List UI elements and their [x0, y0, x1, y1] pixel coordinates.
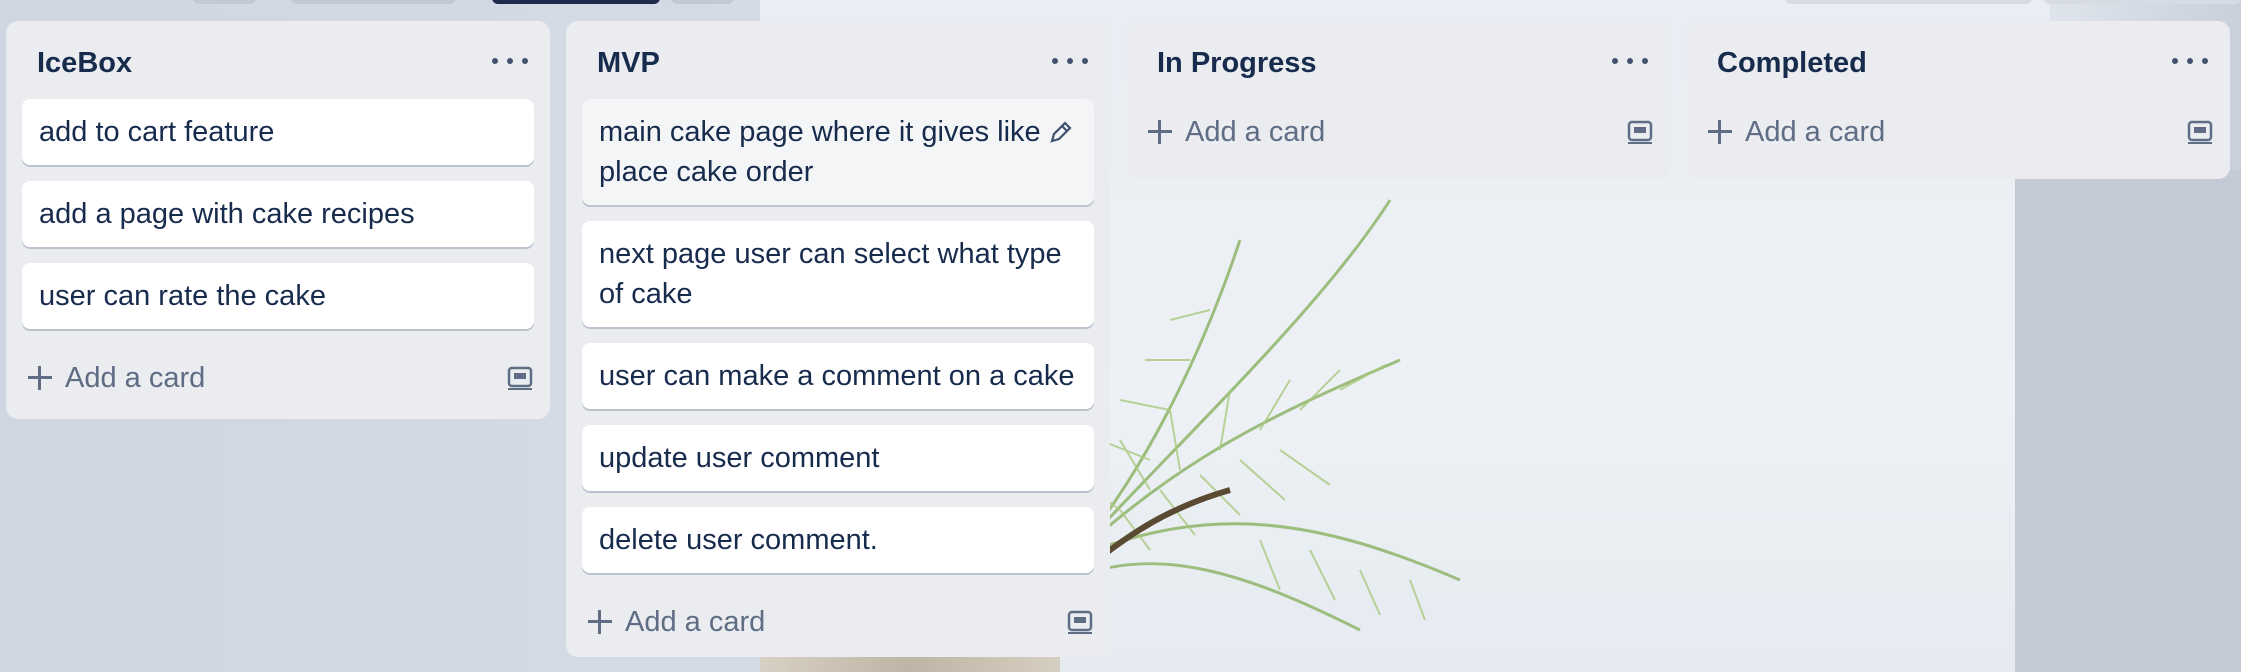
list-footer: Add a card: [1686, 99, 2230, 163]
add-card-label: Add a card: [65, 361, 206, 394]
board-background-wall: [2015, 170, 2241, 672]
add-card-button[interactable]: Add a card: [1146, 107, 1325, 157]
list-title[interactable]: IceBox: [37, 47, 132, 80]
add-card-button[interactable]: Add a card: [586, 597, 765, 647]
list-icebox: IceBox add to cart feature add a page wi…: [6, 21, 550, 419]
add-card-label: Add a card: [1185, 115, 1326, 148]
top-bar-button[interactable]: [671, 0, 734, 4]
card[interactable]: update user comment: [582, 425, 1094, 491]
list-title[interactable]: MVP: [597, 47, 660, 80]
top-bar-button[interactable]: [291, 0, 456, 4]
top-bar-button[interactable]: [193, 0, 256, 4]
add-card-label: Add a card: [1745, 115, 1886, 148]
card-list: main cake page where it gives like place…: [566, 99, 1110, 573]
list-mvp: MVP main cake page where it gives like p…: [566, 21, 1110, 657]
list-in-progress: In Progress Add a card: [1126, 21, 1670, 179]
plus-icon: [586, 608, 614, 636]
ellipsis-icon[interactable]: [2172, 47, 2208, 75]
list-header: MVP: [566, 21, 1110, 99]
list-header: IceBox: [6, 21, 550, 99]
add-card-button[interactable]: Add a card: [1706, 107, 1885, 157]
ellipsis-icon[interactable]: [1612, 47, 1648, 75]
pencil-icon[interactable]: [1048, 119, 1074, 145]
list-footer: Add a card: [1126, 99, 1670, 163]
list-footer: Add a card: [566, 589, 1110, 653]
card-template-icon[interactable]: [1066, 607, 1094, 635]
ellipsis-icon[interactable]: [492, 47, 528, 75]
list-completed: Completed Add a card: [1686, 21, 2230, 179]
card[interactable]: delete user comment.: [582, 507, 1094, 573]
card-template-icon[interactable]: [1626, 117, 1654, 145]
ellipsis-icon[interactable]: [1052, 47, 1088, 75]
card-template-icon[interactable]: [506, 363, 534, 391]
card-template-icon[interactable]: [2186, 117, 2214, 145]
list-title[interactable]: In Progress: [1157, 47, 1317, 80]
card[interactable]: user can make a comment on a cake: [582, 343, 1094, 409]
list-footer: Add a card: [6, 345, 550, 409]
add-card-button[interactable]: Add a card: [26, 353, 205, 403]
top-bar-button[interactable]: [1785, 0, 2032, 4]
list-title[interactable]: Completed: [1717, 47, 1867, 80]
palm-tree-image: [1060, 199, 1461, 632]
card-text-line: main cake page where it gives like: [599, 116, 1041, 148]
list-header: Completed: [1686, 21, 2230, 99]
plus-icon: [1146, 118, 1174, 146]
card[interactable]: user can rate the cake: [22, 263, 534, 329]
card-text-line: place cake order: [599, 156, 814, 188]
add-card-label: Add a card: [625, 605, 766, 638]
card[interactable]: add a page with cake recipes: [22, 181, 534, 247]
card-list: add to cart feature add a page with cake…: [6, 99, 550, 329]
list-header: In Progress: [1126, 21, 1670, 99]
card[interactable]: main cake page where it gives like place…: [582, 99, 1094, 205]
card[interactable]: next page user can select what type of c…: [582, 221, 1094, 327]
top-bar-button[interactable]: [2043, 0, 2241, 4]
top-bar-button-active[interactable]: [492, 0, 660, 4]
plus-icon: [1706, 118, 1734, 146]
plus-icon: [26, 364, 54, 392]
card[interactable]: add to cart feature: [22, 99, 534, 165]
